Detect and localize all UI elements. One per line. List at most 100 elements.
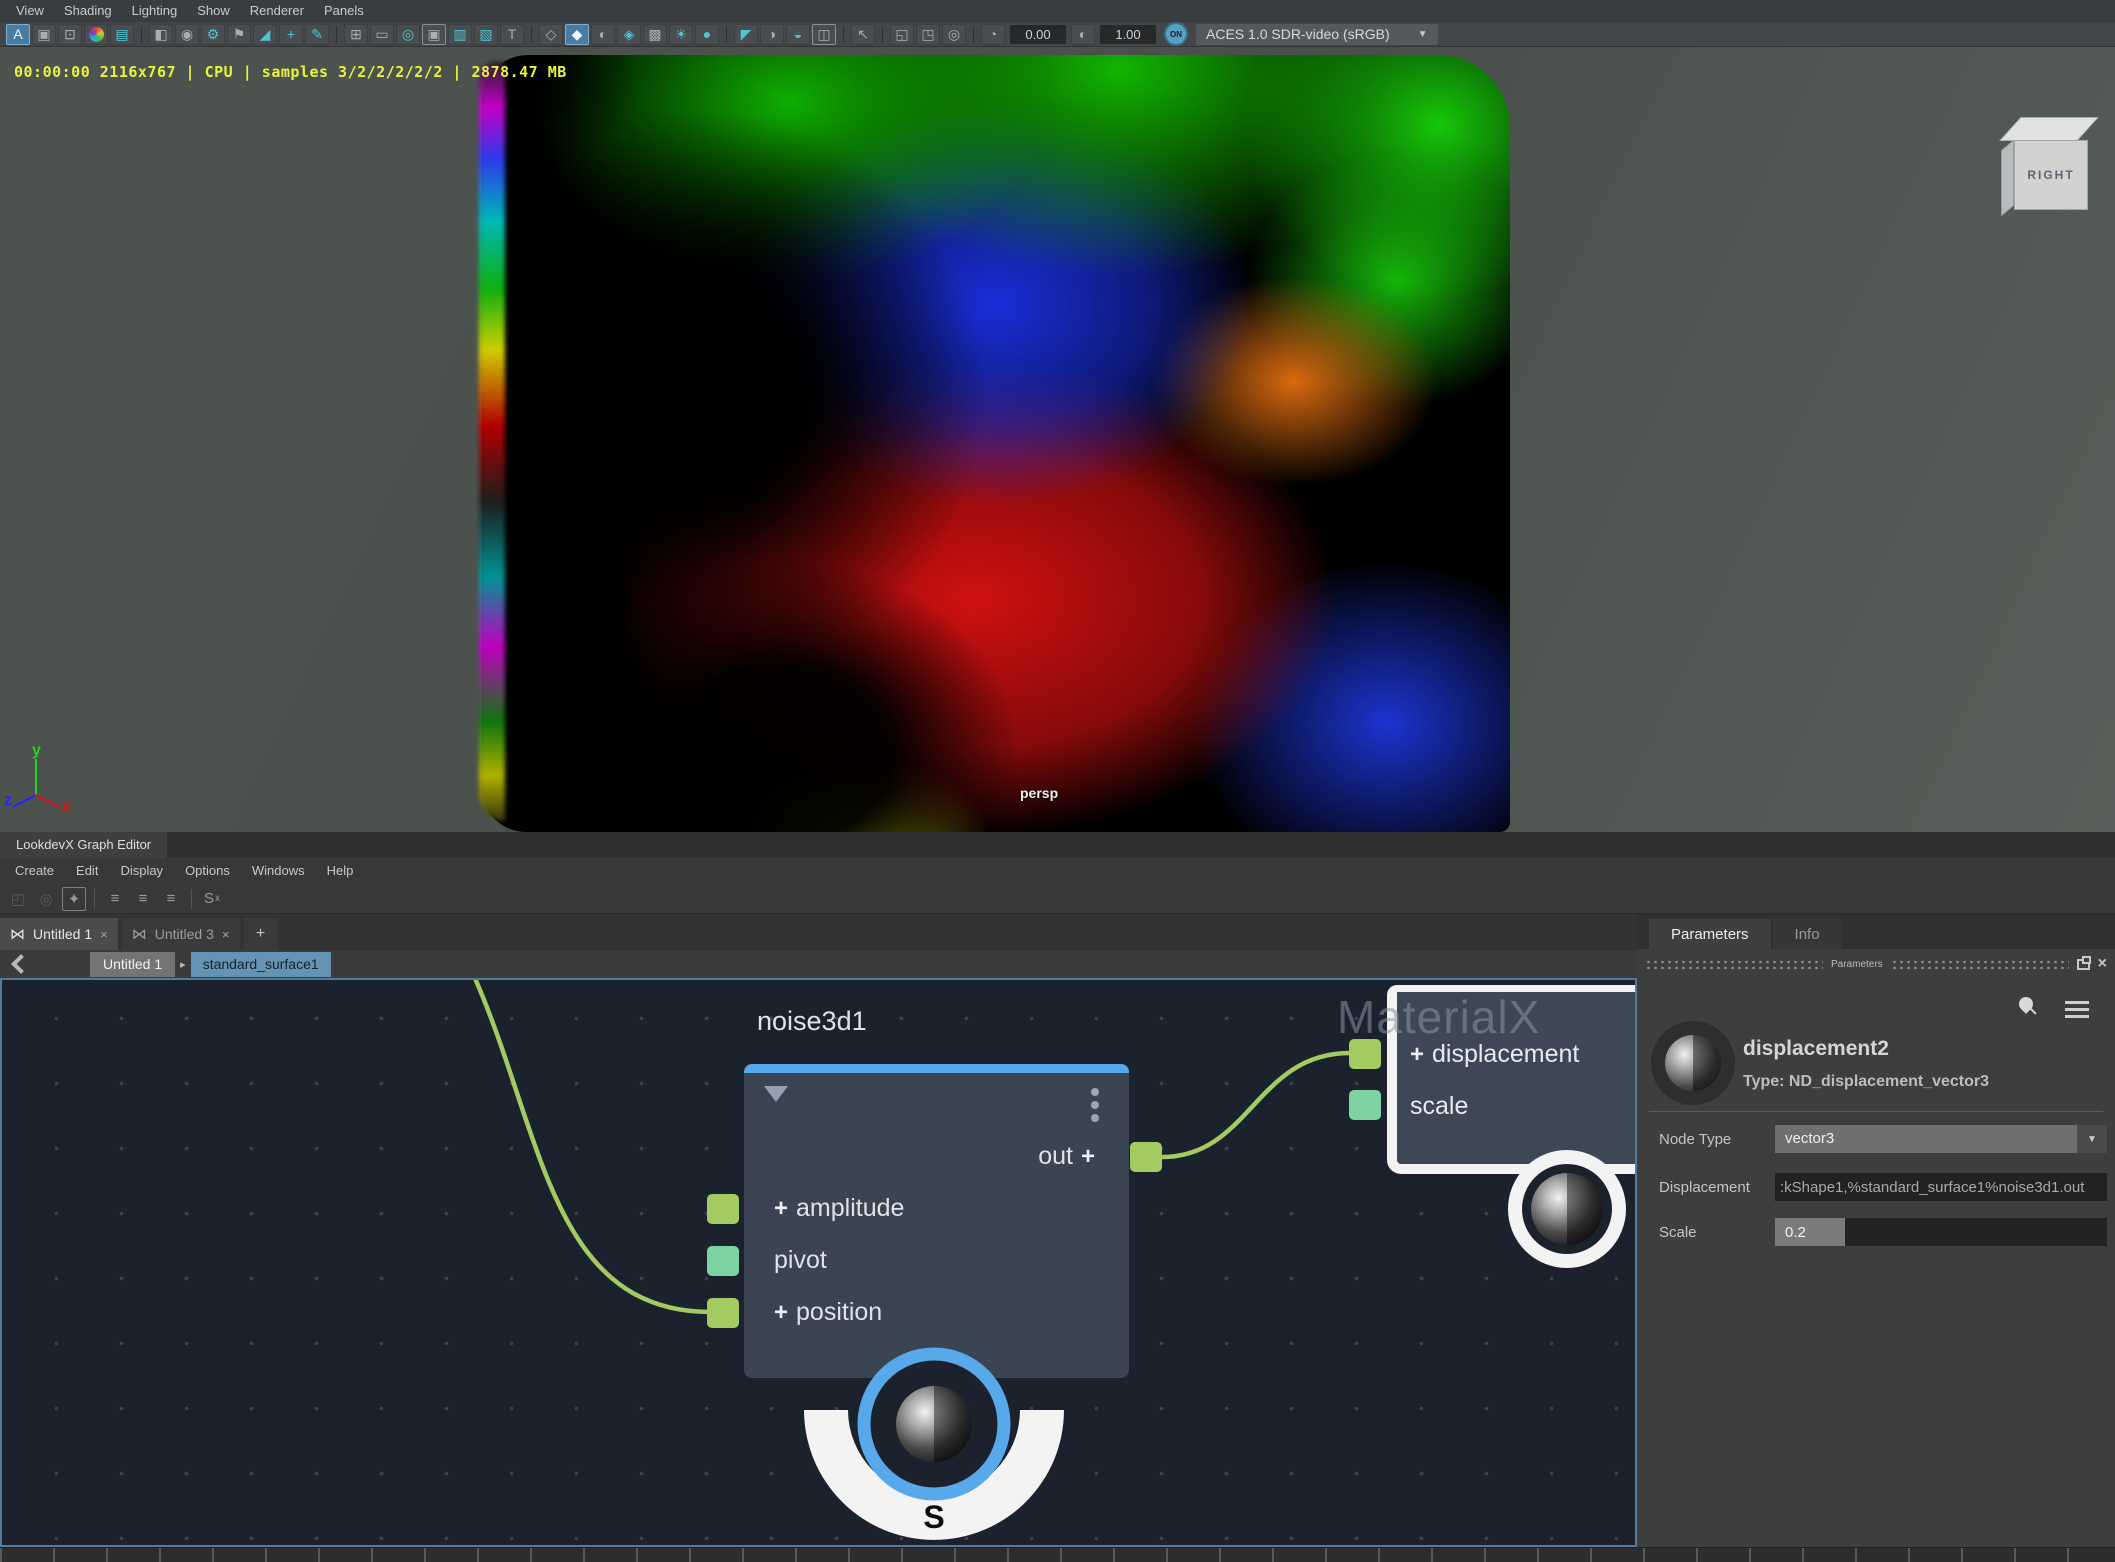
film-gate-icon[interactable]: ▭ — [370, 24, 394, 45]
float-panel-icon[interactable] — [2077, 959, 2090, 970]
chevron-down-icon[interactable]: ▼ — [2077, 1125, 2107, 1153]
solo-material-icon[interactable]: Sx — [200, 887, 224, 911]
lookdevx-menu-edit[interactable]: Edit — [65, 858, 109, 884]
scale-value[interactable]: 0.2 — [1775, 1218, 1845, 1246]
lookdevx-menu-windows[interactable]: Windows — [241, 858, 316, 884]
layout-rows-2-icon[interactable]: ≡ — [131, 887, 155, 911]
view-cube-front-face[interactable]: RIGHT — [2014, 140, 2088, 210]
menu-shading[interactable]: Shading — [54, 0, 122, 22]
graph-tab-untitled-3[interactable]: ⋈ Untitled 3 × — [122, 918, 240, 950]
plus-icon[interactable]: + — [1410, 1041, 1424, 1069]
panel-drag-handle[interactable]: Parameters × — [1645, 955, 2107, 973]
field-chart-icon[interactable]: ▥ — [448, 24, 472, 45]
panel-title[interactable]: LookdevX Graph Editor — [0, 832, 167, 858]
shadows-icon[interactable]: ● — [695, 24, 719, 45]
layout-rows-1-icon[interactable]: ≡ — [103, 887, 127, 911]
viewport[interactable]: 00:00:00 2116x767 | CPU | samples 3/2/2/… — [0, 47, 2115, 832]
checker-sphere-icon[interactable]: ▩ — [643, 24, 667, 45]
collapse-triangle-icon[interactable] — [764, 1086, 788, 1102]
view-cube-top-face[interactable] — [1999, 117, 2099, 141]
render-region-icon[interactable]: ◎ — [942, 24, 966, 45]
layout-rows-3-icon[interactable]: ≡ — [159, 887, 183, 911]
motion-blur-icon[interactable]: ◫ — [812, 24, 836, 45]
lookdevx-menu-display[interactable]: Display — [109, 858, 174, 884]
exposure-field[interactable]: 0.00 — [1010, 25, 1066, 44]
frame-selection-icon[interactable]: ▣ — [32, 24, 56, 45]
colorspace-dropdown[interactable]: ACES 1.0 SDR-video (sRGB)▼ — [1196, 24, 1438, 45]
amplitude-port[interactable] — [707, 1194, 739, 1224]
snapshot-compare-icon[interactable]: ◳ — [916, 24, 940, 45]
menu-lighting[interactable]: Lighting — [122, 0, 188, 22]
exposure-icon[interactable]: ◔ — [981, 24, 1005, 45]
gamma-icon[interactable]: ◐ — [1071, 24, 1095, 45]
color-management-toggle[interactable]: ON — [1164, 22, 1188, 46]
select-cursor-icon[interactable]: ↖ — [851, 24, 875, 45]
hamburger-menu-icon[interactable] — [2065, 1001, 2089, 1004]
pivot-port[interactable] — [707, 1246, 739, 1276]
breadcrumb-current[interactable]: standard_surface1 — [191, 952, 331, 977]
resolution-gate-icon[interactable]: ◎ — [396, 24, 420, 45]
render-object[interactable] — [482, 55, 1510, 832]
close-tab-icon[interactable]: × — [222, 927, 230, 942]
menu-renderer[interactable]: Renderer — [240, 0, 314, 22]
plus-icon[interactable]: + — [774, 1299, 788, 1327]
wire-out-to-displacement[interactable] — [1162, 1053, 1350, 1157]
position-port[interactable] — [707, 1298, 739, 1328]
lookdevx-menu-help[interactable]: Help — [316, 858, 365, 884]
drag-dots[interactable] — [1891, 959, 2069, 970]
graph-tab-untitled-1[interactable]: ⋈ Untitled 1 × — [0, 918, 118, 950]
auto-layout-icon[interactable]: ✦ — [62, 887, 86, 911]
depth-of-field-icon[interactable]: ◑ — [760, 24, 784, 45]
materialx-node[interactable] — [1387, 985, 1637, 1174]
textured-display-icon[interactable]: ◈ — [617, 24, 641, 45]
view-cube-left-face[interactable] — [2001, 140, 2014, 217]
menu-view[interactable]: View — [6, 0, 54, 22]
pin-icon[interactable] — [2016, 994, 2036, 1014]
color-wheel-icon[interactable] — [84, 24, 108, 45]
anti-alias-icon[interactable]: ◒ — [786, 24, 810, 45]
grid-icon[interactable]: ⊞ — [344, 24, 368, 45]
close-panel-icon[interactable]: × — [2098, 957, 2107, 971]
view-cube[interactable]: RIGHT — [1996, 99, 2106, 209]
safe-title-icon[interactable]: T — [500, 24, 524, 45]
image-stack-icon[interactable]: ▤ — [110, 24, 134, 45]
noise3d1-node[interactable]: out + + amplitude pivot + position — [744, 1064, 1129, 1378]
wire-to-position[interactable] — [474, 980, 708, 1312]
scale-port[interactable] — [1349, 1090, 1381, 1120]
node-graph-canvas[interactable]: S noise3d1 out + — [0, 978, 1637, 1547]
camera-lock-icon[interactable]: ◉ — [175, 24, 199, 45]
plus-icon[interactable]: + — [1081, 1143, 1095, 1171]
out-port[interactable] — [1130, 1142, 1162, 1172]
displacement-port[interactable] — [1349, 1039, 1381, 1069]
close-tab-icon[interactable]: × — [100, 927, 108, 942]
snapshot-icon[interactable]: ◱ — [890, 24, 914, 45]
frame-target-icon[interactable]: ◎ — [34, 887, 58, 911]
tab-info[interactable]: Info — [1773, 919, 1842, 949]
node-type-dropdown[interactable]: vector3 ▼ — [1775, 1125, 2107, 1153]
displacement-input[interactable]: :kShape1,%standard_surface1%noise3d1.out — [1775, 1173, 2107, 1201]
menu-panels[interactable]: Panels — [314, 0, 374, 22]
camera-settings-icon[interactable]: ⚙ — [201, 24, 225, 45]
pan-zoom-icon[interactable]: + — [279, 24, 303, 45]
plus-icon[interactable]: + — [774, 1195, 788, 1223]
image-plane-icon[interactable]: ◢ — [253, 24, 277, 45]
menu-show[interactable]: Show — [187, 0, 240, 22]
lookdevx-menu-options[interactable]: Options — [174, 858, 241, 884]
grease-pencil-icon[interactable]: ✎ — [305, 24, 329, 45]
tab-parameters[interactable]: Parameters — [1649, 919, 1771, 949]
use-all-lights-icon[interactable]: ☀ — [669, 24, 693, 45]
safe-action-icon[interactable]: ▧ — [474, 24, 498, 45]
camera-icon[interactable]: ◧ — [149, 24, 173, 45]
gamma-field[interactable]: 1.00 — [1100, 25, 1156, 44]
back-chevron-icon[interactable] — [11, 954, 31, 974]
material-sphere-icon[interactable]: ◐ — [591, 24, 615, 45]
scale-slider[interactable]: 0.2 — [1775, 1218, 2107, 1246]
time-slider[interactable] — [0, 1547, 2115, 1562]
chevron-down-icon[interactable]: ▼ — [1418, 29, 1428, 40]
bookmark-icon[interactable]: ⚑ — [227, 24, 251, 45]
breadcrumb-root[interactable]: Untitled 1 — [90, 952, 175, 977]
new-tab-button[interactable]: + — [244, 918, 278, 950]
create-node-icon[interactable]: ◰ — [6, 887, 30, 911]
select-by-name-icon[interactable]: A — [6, 24, 30, 45]
gate-mask-icon[interactable]: ▣ — [422, 24, 446, 45]
